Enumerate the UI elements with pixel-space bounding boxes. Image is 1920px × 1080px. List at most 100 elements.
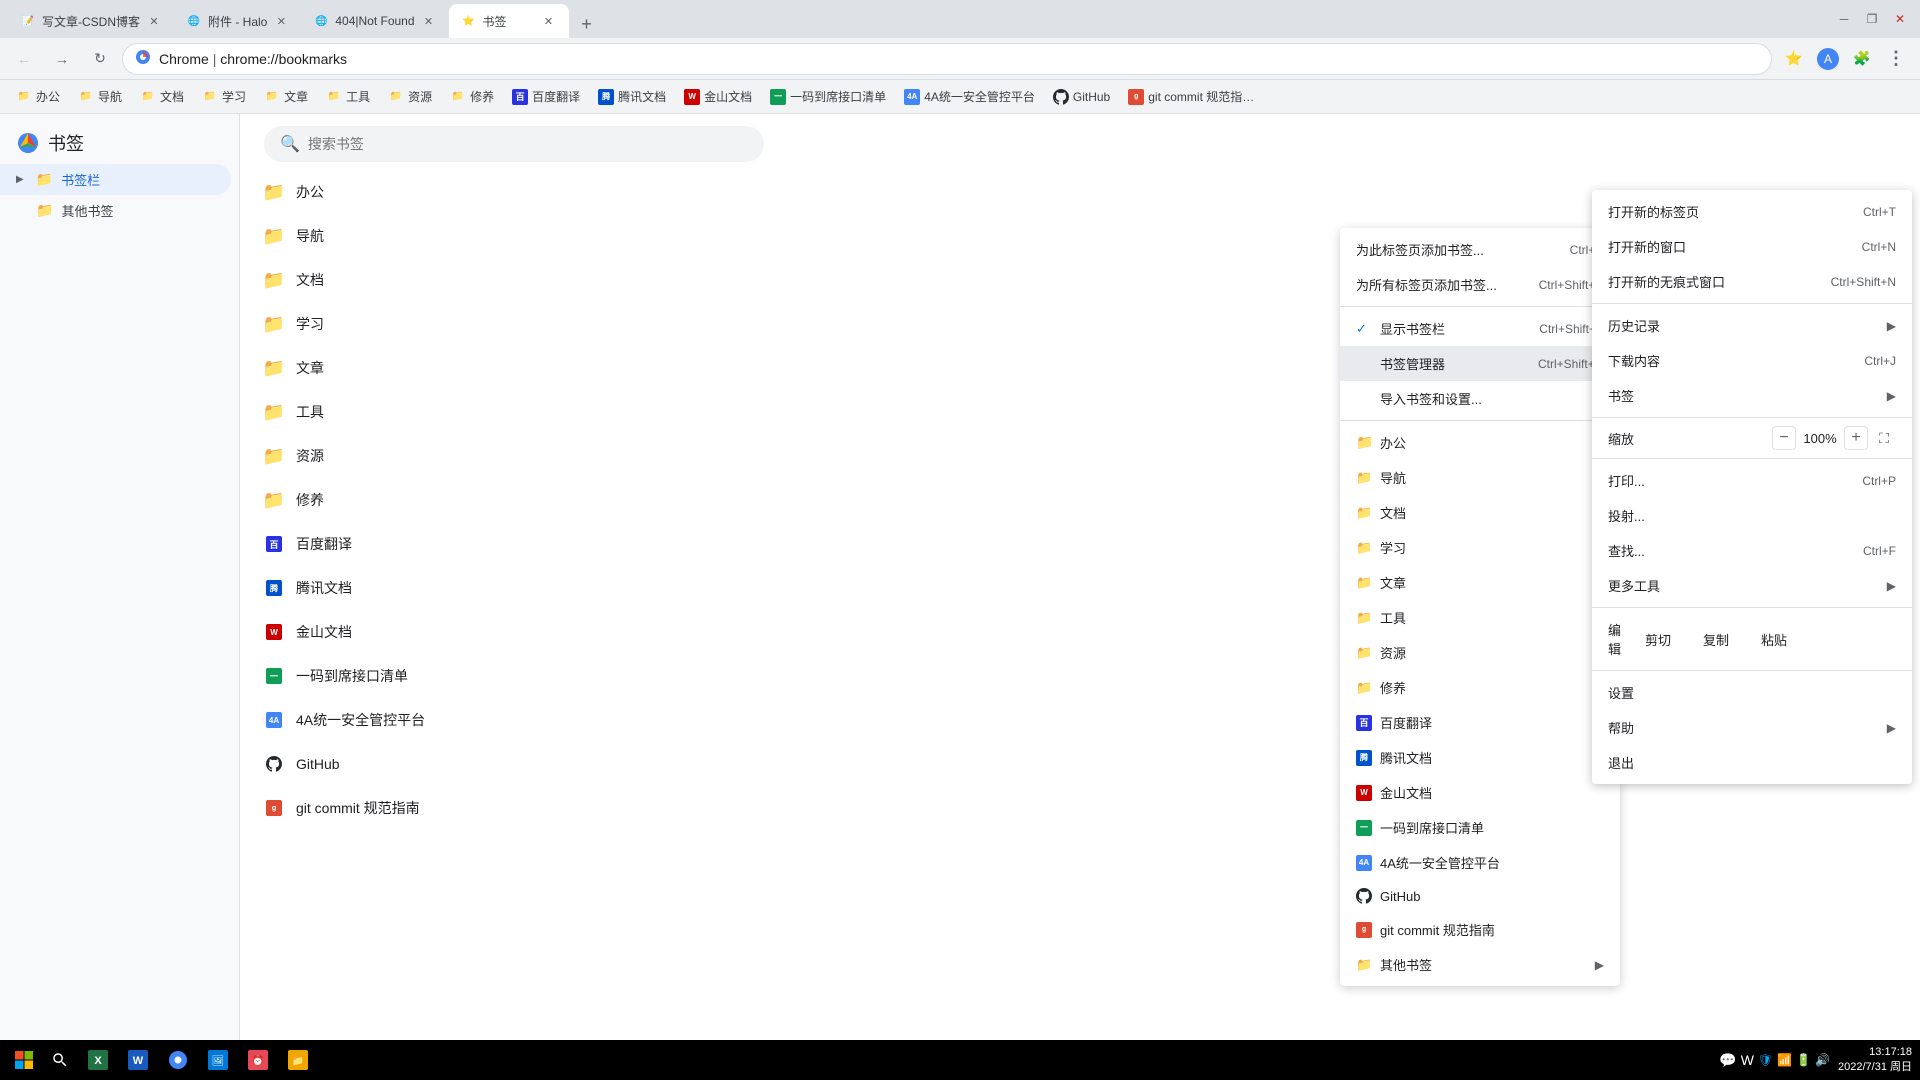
menu-item-exit[interactable]: 退出 xyxy=(1592,745,1912,780)
start-button[interactable] xyxy=(8,1044,40,1076)
tab-4-close[interactable]: ✕ xyxy=(541,13,557,29)
bookmarks-bar-item-daohang[interactable]: 📁 导航 xyxy=(70,84,130,109)
dropdown-link-jinshan[interactable]: W 金山文档 xyxy=(1340,775,1620,810)
bookmarks-bar-item-xuexi[interactable]: 📁 学习 xyxy=(194,84,254,109)
menu-item-new-tab[interactable]: 打开新的标签页 Ctrl+T xyxy=(1592,194,1912,229)
speaker-icon[interactable]: 🔊 xyxy=(1815,1053,1830,1067)
dropdown-folder-label: 其他书签 xyxy=(1380,955,1432,974)
antivirus-icon[interactable]: 🛡 xyxy=(1758,1053,1773,1067)
bookmarks-bar-item-4a[interactable]: 4A 4A统一安全管控平台 xyxy=(896,84,1043,109)
forward-button[interactable]: → xyxy=(46,43,78,75)
refresh-button[interactable]: ↻ xyxy=(84,43,116,75)
bookmarks-bar-item-jinshan[interactable]: W 金山文档 xyxy=(676,84,760,109)
zoom-fullscreen-button[interactable]: ⛶ xyxy=(1872,426,1896,450)
dropdown-link-tencent[interactable]: 腾 腾讯文档 xyxy=(1340,740,1620,775)
menu-item-label: 打开新的标签页 xyxy=(1608,202,1699,221)
menu-item-new-window[interactable]: 打开新的窗口 Ctrl+N xyxy=(1592,229,1912,264)
dropdown-folder-other[interactable]: 📁 其他书签 ▶ xyxy=(1340,947,1620,982)
taskbar-app-clock[interactable]: ⏰ xyxy=(240,1042,276,1078)
dropdown-link-gitcommit[interactable]: g git commit 规范指南 xyxy=(1340,912,1620,947)
dropdown-link-yima[interactable]: 一 一码到席接口清单 xyxy=(1340,810,1620,845)
dropdown-link-4a[interactable]: 4A 4A统一安全管控平台 xyxy=(1340,845,1620,880)
bookmarks-bar-item-yima[interactable]: 一 一码到席接口清单 xyxy=(762,84,894,109)
wps-tray-icon[interactable]: W xyxy=(1741,1052,1754,1068)
minimize-button[interactable]: ─ xyxy=(1832,7,1856,31)
tab-3-close[interactable]: ✕ xyxy=(421,13,437,29)
menu-item-bookmarks[interactable]: 书签 ▶ xyxy=(1592,378,1912,413)
dropdown-link-baidu[interactable]: 百 百度翻译 xyxy=(1340,705,1620,740)
copy-button[interactable]: 复制 xyxy=(1687,624,1745,655)
back-button[interactable]: ← xyxy=(8,43,40,75)
dropdown-folder-bangong[interactable]: 📁 办公 ▶ xyxy=(1340,425,1620,460)
dropdown-item-add-all-bookmarks[interactable]: 为所有标签页添加书签... Ctrl+Shift+D xyxy=(1340,267,1620,302)
menu-item-downloads[interactable]: 下载内容 Ctrl+J xyxy=(1592,343,1912,378)
tab-4[interactable]: ⭐ 书签 ✕ xyxy=(449,4,569,38)
bookmarks-bar-item-xiuyang[interactable]: 📁 修养 xyxy=(442,84,502,109)
profile-button[interactable]: A xyxy=(1812,43,1844,75)
wechat-icon[interactable]: 💬 xyxy=(1719,1052,1736,1069)
dropdown-folder-wendang[interactable]: 📁 文档 ▶ xyxy=(1340,495,1620,530)
sidebar-header: 书签 xyxy=(0,122,239,164)
menu-item-incognito[interactable]: 打开新的无痕式窗口 Ctrl+Shift+N xyxy=(1592,264,1912,299)
list-item[interactable]: g git commit 规范指南 ⋮ xyxy=(256,786,1904,830)
taskbar-app-files[interactable]: 📁 xyxy=(280,1042,316,1078)
dropdown-link-github[interactable]: GitHub xyxy=(1340,880,1620,912)
bookmarks-bar-item-gongju[interactable]: 📁 工具 xyxy=(318,84,378,109)
dropdown-folder-xiuyang[interactable]: 📁 修养 ▶ xyxy=(1340,670,1620,705)
tab-3[interactable]: 🌐 404|Not Found ✕ xyxy=(301,4,448,38)
bookmarks-bar-item-bangong[interactable]: 📁 办公 xyxy=(8,84,68,109)
close-button[interactable]: ✕ xyxy=(1888,7,1912,31)
new-tab-button[interactable]: + xyxy=(573,10,601,38)
dropdown-item-import[interactable]: 导入书签和设置... xyxy=(1340,381,1620,416)
wifi-icon[interactable]: 📶 xyxy=(1777,1053,1792,1067)
search-input-wrap[interactable]: 🔍 xyxy=(264,126,764,162)
tab-1[interactable]: 📝 写文章-CSDN博客 ✕ xyxy=(8,4,174,38)
menu-item-history[interactable]: 历史记录 ▶ xyxy=(1592,308,1912,343)
taskbar-clock[interactable]: 13:17:18 2022/7/31 周日 xyxy=(1838,1046,1912,1074)
menu-item-more-tools[interactable]: 更多工具 ▶ xyxy=(1592,568,1912,603)
dropdown-folder-gongju[interactable]: 📁 工具 ▶ xyxy=(1340,600,1620,635)
battery-icon[interactable]: 🔋 xyxy=(1796,1053,1811,1067)
taskbar-app-word[interactable]: W xyxy=(120,1042,156,1078)
sidebar-item-other-bookmarks[interactable]: 📁 其他书签 xyxy=(0,195,231,226)
dropdown-folder-xuexi[interactable]: 📁 学习 ▶ xyxy=(1340,530,1620,565)
dropdown-item-add-bookmark[interactable]: 为此标签页添加书签... Ctrl+D xyxy=(1340,232,1620,267)
restore-button[interactable]: ❐ xyxy=(1860,7,1884,31)
cut-button[interactable]: 剪切 xyxy=(1629,624,1687,655)
dropdown-folder-wenzhang[interactable]: 📁 文章 ▶ xyxy=(1340,565,1620,600)
bookmarks-bar-item-gitcommit[interactable]: g git commit 规范指… xyxy=(1120,84,1262,109)
search-input[interactable] xyxy=(308,136,748,152)
menu-item-help[interactable]: 帮助 ▶ xyxy=(1592,710,1912,745)
taskbar-app-excel[interactable]: X xyxy=(80,1042,116,1078)
tab-3-favicon: 🌐 xyxy=(313,13,329,29)
bookmarks-bar-item-ziyuan[interactable]: 📁 资源 xyxy=(380,84,440,109)
taskbar-search-button[interactable] xyxy=(44,1044,76,1076)
bookmark-this-button[interactable]: ⭐ xyxy=(1778,43,1810,75)
menu-item-settings[interactable]: 设置 xyxy=(1592,675,1912,710)
menu-item-print[interactable]: 打印... Ctrl+P xyxy=(1592,463,1912,498)
sidebar-item-bookmarks-bar[interactable]: ▶ 📁 书签栏 xyxy=(0,164,231,195)
menu-button[interactable]: ⋮ xyxy=(1880,43,1912,75)
bookmarks-bar-item-wenzhang[interactable]: 📁 文章 xyxy=(256,84,316,109)
address-bar[interactable]: Chrome | chrome://bookmarks xyxy=(122,43,1772,75)
dropdown-item-show-bar[interactable]: ✓ 显示书签栏 Ctrl+Shift+B xyxy=(1340,311,1620,346)
extensions-button[interactable]: 🧩 xyxy=(1846,43,1878,75)
taskbar-app-photos[interactable]: 🖼 xyxy=(200,1042,236,1078)
zoom-in-button[interactable]: + xyxy=(1844,426,1868,450)
menu-item-cast[interactable]: 投射... xyxy=(1592,498,1912,533)
bookmarks-bar-item-baidu[interactable]: 百 百度翻译 xyxy=(504,84,588,109)
paste-button[interactable]: 粘贴 xyxy=(1745,624,1803,655)
bookmarks-bar-item-wendang[interactable]: 📁 文档 xyxy=(132,84,192,109)
tab-2-close[interactable]: ✕ xyxy=(273,13,289,29)
dropdown-folder-ziyuan[interactable]: 📁 资源 ▶ xyxy=(1340,635,1620,670)
menu-item-find[interactable]: 查找... Ctrl+F xyxy=(1592,533,1912,568)
tab-2[interactable]: 🌐 附件 - Halo ✕ xyxy=(174,4,301,38)
taskbar-app-chrome[interactable] xyxy=(160,1042,196,1078)
bookmarks-bar-item-github[interactable]: GitHub xyxy=(1045,85,1118,109)
dropdown-folder-daohang[interactable]: 📁 导航 ▶ xyxy=(1340,460,1620,495)
zoom-out-button[interactable]: − xyxy=(1772,426,1796,450)
search-icon xyxy=(51,1051,69,1069)
tab-1-close[interactable]: ✕ xyxy=(146,13,162,29)
bookmarks-bar-item-tencent[interactable]: 腾 腾讯文档 xyxy=(590,84,674,109)
dropdown-item-manager[interactable]: 书签管理器 Ctrl+Shift+O xyxy=(1340,346,1620,381)
